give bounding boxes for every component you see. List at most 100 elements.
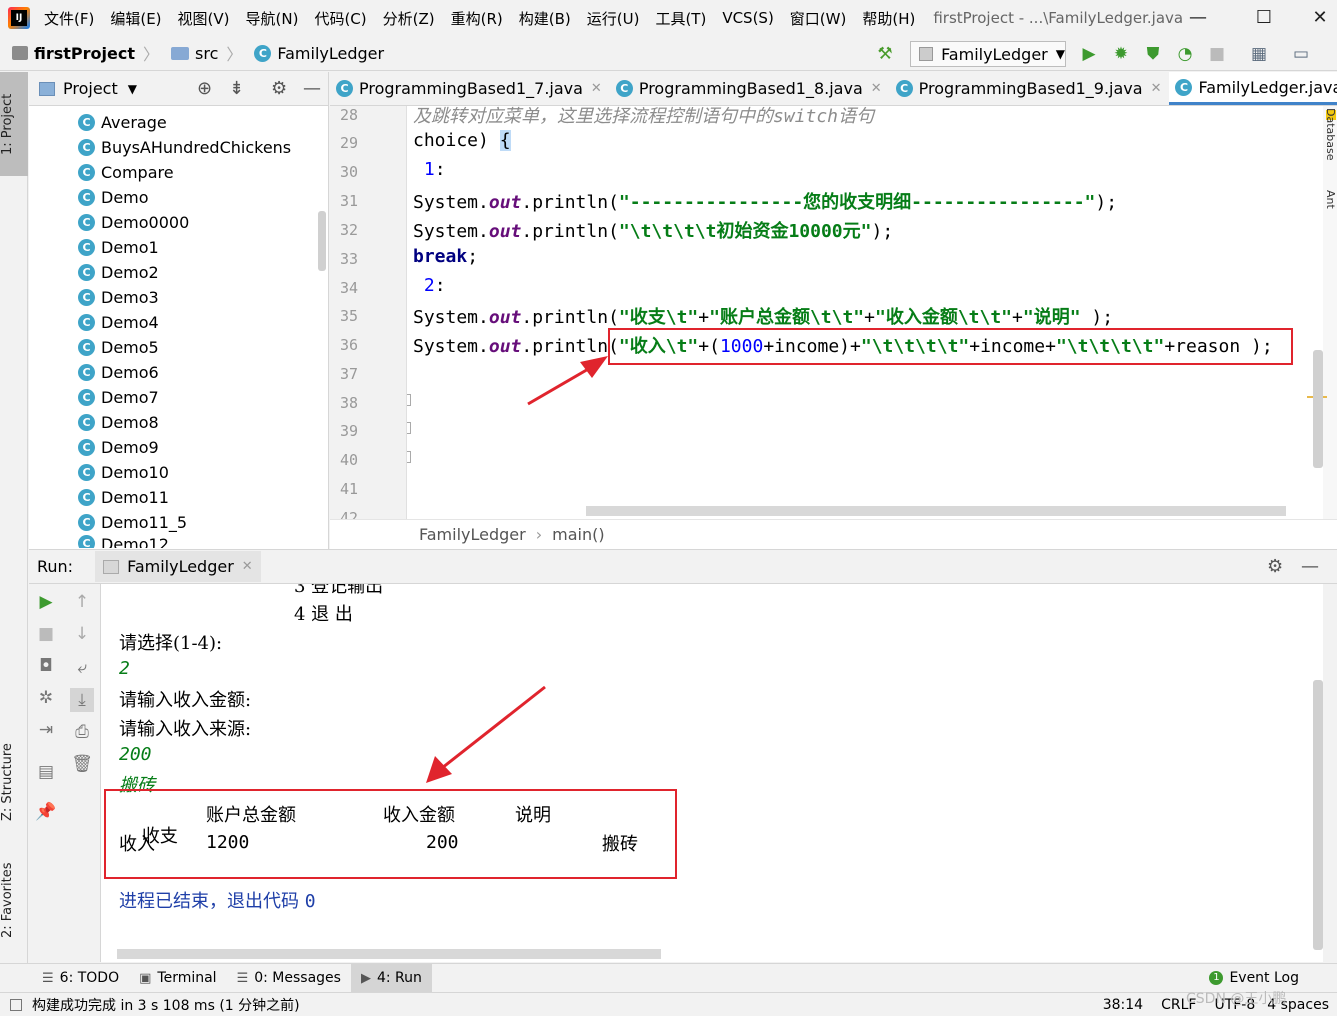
trash-icon[interactable]: 🗑 <box>70 752 94 776</box>
stop-icon[interactable]: ■ <box>1206 43 1228 65</box>
editor-horizontal-scrollbar[interactable] <box>586 506 1286 516</box>
tree-item[interactable]: C Demo <box>78 185 149 210</box>
soft-wrap-icon[interactable]: ⤶ <box>70 656 94 680</box>
caret-position[interactable]: 38:14 <box>1103 997 1143 1013</box>
run-tab-familyledger[interactable]: FamilyLedger ✕ <box>95 551 261 582</box>
tree-item[interactable]: C Demo8 <box>78 410 159 435</box>
tool-tab-ant[interactable]: Ant <box>1325 190 1337 230</box>
tree-item[interactable]: C Compare <box>78 160 174 185</box>
menu-analyze[interactable]: 分析(Z) <box>383 8 435 29</box>
close-icon[interactable]: ✕ <box>871 81 882 96</box>
tab-programmingbased1-8[interactable]: C ProgrammingBased1_8.java ✕ <box>610 72 890 105</box>
tab-programmingbased1-7[interactable]: C ProgrammingBased1_7.java ✕ <box>330 72 610 105</box>
tree-item[interactable]: C Demo0000 <box>78 210 189 235</box>
project-panel-title[interactable]: Project <box>63 79 118 98</box>
tab-messages[interactable]: ☰ 0: Messages <box>227 964 351 993</box>
scroll-to-end-icon[interactable]: ⤓ <box>70 688 94 712</box>
close-icon[interactable]: ✕ <box>591 81 602 96</box>
editor-vertical-scrollbar[interactable] <box>1313 350 1323 468</box>
settings-icon[interactable]: ✲ <box>34 686 58 710</box>
tab-run[interactable]: ▶ 4: Run <box>350 963 432 993</box>
arrow-down-icon[interactable]: ↓ <box>70 622 94 646</box>
build-hammer-icon[interactable]: ⚒ <box>874 43 896 65</box>
menu-view[interactable]: 视图(V) <box>178 8 230 29</box>
arrow-up-icon[interactable]: ↑ <box>70 590 94 614</box>
menu-file[interactable]: 文件(F) <box>44 8 94 29</box>
camera-icon[interactable]: ◘ <box>34 654 58 678</box>
menu-help[interactable]: 帮助(H) <box>862 8 915 29</box>
menu-navigate[interactable]: 导航(N) <box>246 8 299 29</box>
tree-item[interactable]: C Demo10 <box>78 460 169 485</box>
close-window-icon[interactable]: ✕ <box>1300 4 1337 32</box>
tree-item[interactable]: C Demo6 <box>78 360 159 385</box>
print-icon[interactable]: ⎙ <box>70 720 94 744</box>
breadcrumb-project[interactable]: firstProject 〉 <box>12 41 159 65</box>
project-structure-icon[interactable]: ▦ <box>1248 43 1270 65</box>
stop-icon[interactable]: ■ <box>34 622 58 646</box>
fold-marker-icon[interactable] <box>407 422 411 434</box>
fold-marker-icon[interactable] <box>407 394 411 406</box>
hide-panel-icon[interactable]: — <box>1301 556 1319 577</box>
menu-tools[interactable]: 工具(T) <box>655 8 706 29</box>
project-scrollbar[interactable] <box>318 211 326 271</box>
close-icon[interactable]: ✕ <box>242 559 253 574</box>
run-configuration-select[interactable]: FamilyLedger ▼ <box>910 41 1066 67</box>
tool-tab-structure[interactable]: Z: Structure <box>0 727 28 837</box>
breadcrumb-src[interactable]: src 〉 <box>171 41 242 65</box>
pin-icon[interactable]: 📌 <box>34 800 58 824</box>
tool-tab-project[interactable]: 1: Project <box>0 72 28 176</box>
menu-refactor[interactable]: 重构(R) <box>451 8 503 29</box>
tree-item[interactable]: C Demo1 <box>78 235 159 260</box>
menu-build[interactable]: 构建(B) <box>519 8 571 29</box>
menu-code[interactable]: 代码(C) <box>314 8 366 29</box>
run-console[interactable]: 3 登记输出 4 退 出 请选择(1-4): 2 请输入收入金额: 请输入收入来… <box>101 584 1323 962</box>
code-editor[interactable]: 及跳转对应菜单，这里选择流程控制语句中的switch语句 choice) { 1… <box>407 106 1323 519</box>
breadcrumb-method[interactable]: main() <box>552 525 604 544</box>
layout-icon[interactable]: ▭ <box>1290 43 1312 65</box>
login-icon[interactable]: ⇥ <box>34 718 58 742</box>
gear-icon[interactable]: ⚙ <box>1267 556 1283 577</box>
menu-vcs[interactable]: VCS(S) <box>722 9 773 27</box>
tab-programmingbased1-9[interactable]: C ProgrammingBased1_9.java ✕ <box>890 72 1170 105</box>
hide-panel-icon[interactable]: — <box>303 78 321 99</box>
tool-tab-database[interactable]: Database <box>1325 108 1337 168</box>
tree-item[interactable]: C Average <box>78 110 167 135</box>
collapse-all-icon[interactable]: ⇟ <box>229 78 244 99</box>
gear-icon[interactable]: ⚙ <box>271 78 287 99</box>
chevron-down-icon[interactable]: ▼ <box>128 82 137 96</box>
tree-item[interactable]: C Demo12 <box>78 535 169 548</box>
tree-item[interactable]: C Demo11_5 <box>78 510 187 535</box>
coverage-icon[interactable]: ⛊ <box>1142 43 1164 65</box>
locate-target-icon[interactable]: ⊕ <box>197 78 212 99</box>
rerun-icon[interactable]: ▶ <box>34 590 58 614</box>
breadcrumb-class[interactable]: FamilyLedger <box>419 525 526 544</box>
tab-todo[interactable]: ☰ 6: TODO <box>32 964 129 993</box>
menu-edit[interactable]: 编辑(E) <box>110 8 161 29</box>
debug-icon[interactable]: ✹ <box>1110 43 1132 65</box>
console-horizontal-scrollbar[interactable] <box>117 949 661 959</box>
minimize-icon[interactable]: — <box>1178 4 1218 32</box>
tree-item[interactable]: C Demo3 <box>78 285 159 310</box>
tree-item[interactable]: C Demo4 <box>78 310 159 335</box>
console-vertical-scrollbar[interactable] <box>1313 680 1323 950</box>
tree-item[interactable]: C Demo5 <box>78 335 159 360</box>
tab-terminal[interactable]: ▣ Terminal <box>129 964 226 993</box>
profile-icon[interactable]: ◔ <box>1174 43 1196 65</box>
tree-item[interactable]: C BuysAHundredChickens <box>78 135 291 160</box>
status-message[interactable]: 构建成功完成 in 3 s 108 ms (1 分钟之前) <box>32 995 300 1015</box>
menu-window[interactable]: 窗口(W) <box>790 8 847 29</box>
close-icon[interactable]: ✕ <box>1151 81 1162 96</box>
breadcrumb-file[interactable]: C FamilyLedger <box>254 44 384 63</box>
toggle-tool-windows-icon[interactable] <box>10 998 22 1011</box>
maximize-icon[interactable]: ☐ <box>1244 4 1284 32</box>
tree-item[interactable]: C Demo11 <box>78 485 169 510</box>
layout-icon[interactable]: ▤ <box>34 760 58 784</box>
menu-run[interactable]: 运行(U) <box>587 8 640 29</box>
tab-familyledger[interactable]: CFamilyLedger.java✕ <box>1169 72 1337 105</box>
tool-tab-favorites[interactable]: 2: Favorites <box>0 850 28 950</box>
run-icon[interactable]: ▶ <box>1078 43 1100 65</box>
fold-marker-icon[interactable] <box>407 451 411 463</box>
tree-item[interactable]: C Demo2 <box>78 260 159 285</box>
tree-item[interactable]: C Demo9 <box>78 435 159 460</box>
tree-item[interactable]: C Demo7 <box>78 385 159 410</box>
